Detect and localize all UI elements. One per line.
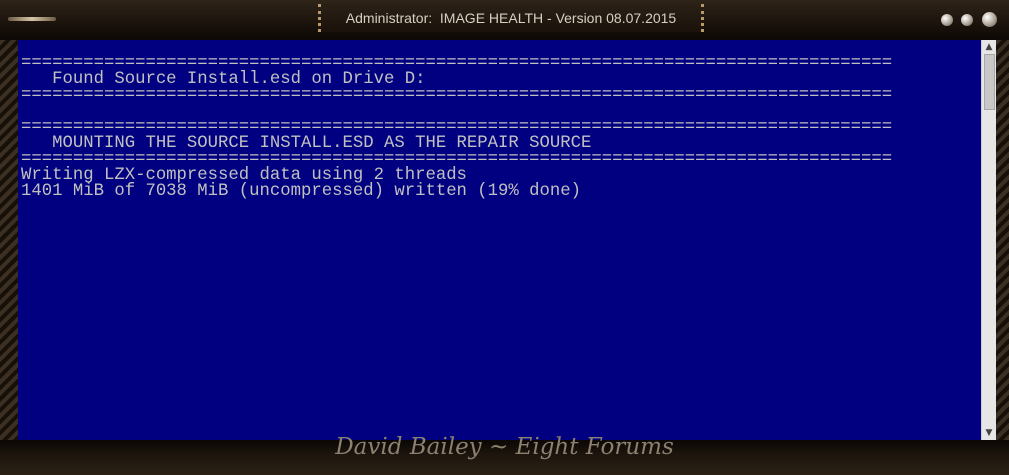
maximize-button[interactable]	[961, 14, 973, 26]
console-line: 1401 MiB of 7038 MiB (uncompressed) writ…	[21, 182, 582, 201]
frame-right-border	[996, 40, 1009, 440]
console-text: ========================================…	[21, 55, 893, 201]
minimize-button[interactable]	[941, 14, 953, 26]
window-frame: Administrator: IMAGE HEALTH - Version 08…	[0, 0, 1009, 475]
window-title: Administrator: IMAGE HEALTH - Version 08…	[345, 10, 677, 26]
title-bar[interactable]: Administrator: IMAGE HEALTH - Version 08…	[318, 4, 704, 32]
console-output[interactable]: ========================================…	[18, 40, 981, 440]
scroll-thumb[interactable]	[984, 54, 995, 110]
signature-watermark: David Bailey ~ Eight Forums	[335, 434, 674, 460]
frame-left-border	[0, 40, 18, 440]
scroll-up-icon[interactable]: ▲	[982, 40, 996, 54]
console-line: ========================================…	[21, 86, 893, 105]
frame-ornament-left	[8, 17, 56, 21]
vertical-scrollbar[interactable]: ▲ ▼	[981, 40, 996, 440]
close-button[interactable]	[982, 12, 997, 27]
